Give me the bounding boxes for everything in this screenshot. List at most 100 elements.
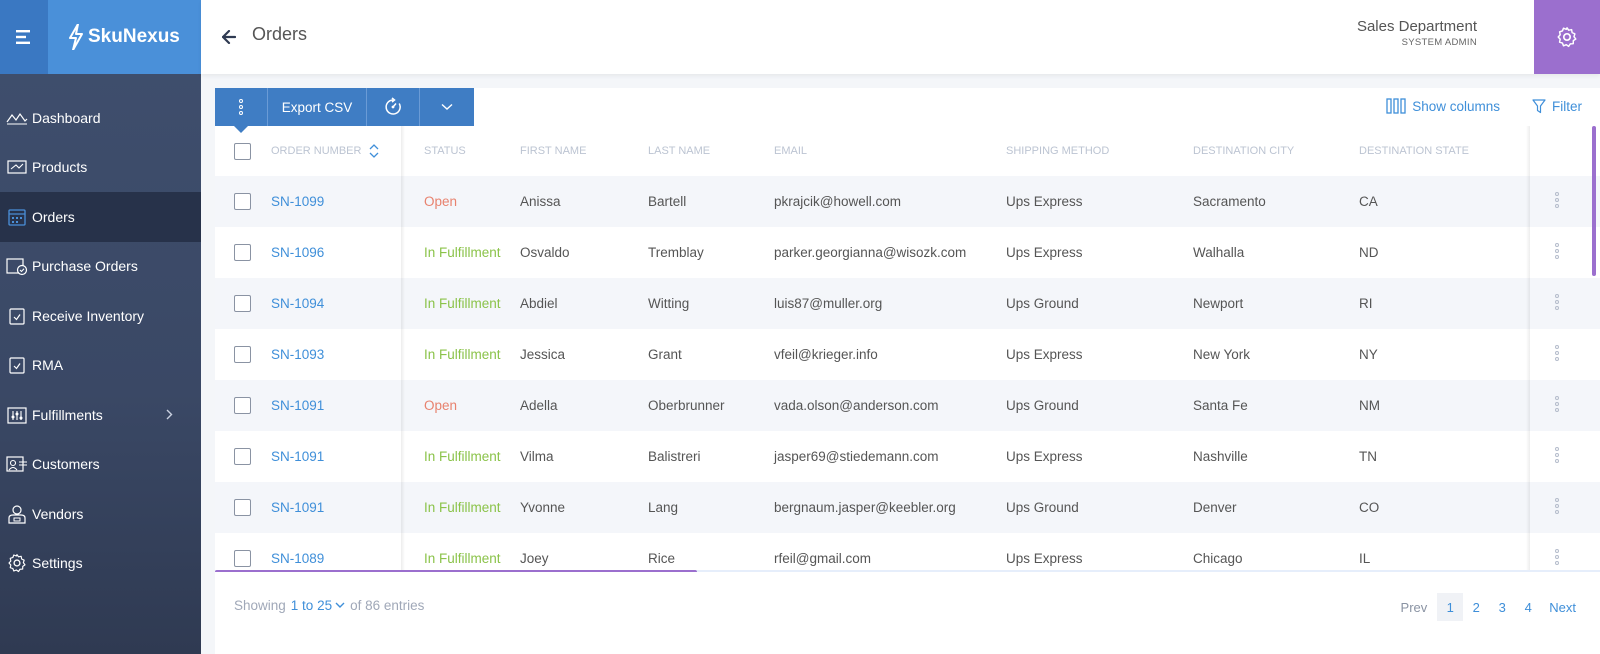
row-checkbox[interactable] <box>234 295 251 312</box>
last-name-header[interactable]: LAST NAME <box>648 126 710 176</box>
vertical-scrollbar[interactable] <box>1592 126 1596 276</box>
brand-logo[interactable]: SkuNexus <box>68 22 180 52</box>
prev-page-button[interactable]: Prev <box>1395 593 1434 621</box>
refresh-button[interactable] <box>367 88 420 126</box>
row-actions-button[interactable] <box>1549 227 1565 278</box>
order-number-link[interactable]: SN-1091 <box>271 482 324 533</box>
table-row[interactable]: SN-1093 In Fulfillment Jessica Grant vfeil@k… <box>215 329 1600 380</box>
page-4-button[interactable]: 4 <box>1515 593 1541 621</box>
destination-state: TN <box>1359 449 1377 464</box>
shipping-method: Ups Express <box>1006 449 1083 464</box>
sidebar-item-settings[interactable]: Settings <box>0 539 201 589</box>
row-checkbox[interactable] <box>234 499 251 516</box>
status-header[interactable]: STATUS <box>424 126 466 176</box>
row-actions-button[interactable] <box>1549 380 1565 431</box>
order-status: In Fulfillment <box>424 500 501 515</box>
order-number-link[interactable]: SN-1091 <box>271 380 324 431</box>
email-header[interactable]: EMAIL <box>774 126 807 176</box>
settings-button[interactable] <box>1534 0 1600 74</box>
bulk-actions-button[interactable] <box>215 88 268 133</box>
order-number-link[interactable]: SN-1094 <box>271 278 324 329</box>
row-actions-button[interactable] <box>1549 278 1565 329</box>
row-checkbox[interactable] <box>234 244 251 261</box>
table-row[interactable]: SN-1091 Open Adella Oberbrunner vada.olson@a… <box>215 380 1600 431</box>
more-options-dropdown[interactable] <box>420 88 474 126</box>
row-checkbox[interactable] <box>234 448 251 465</box>
order-number-link[interactable]: SN-1096 <box>271 227 324 278</box>
row-checkbox[interactable] <box>234 550 251 567</box>
order-number-link[interactable]: SN-1093 <box>271 329 324 380</box>
kebab-icon <box>1555 243 1559 262</box>
order-number-header[interactable]: ORDER NUMBER <box>271 126 379 176</box>
last-name: Witting <box>648 296 690 311</box>
page-size-dropdown[interactable]: 1 to 25 <box>291 598 345 613</box>
row-checkbox[interactable] <box>234 397 251 414</box>
row-actions-button[interactable] <box>1549 431 1565 482</box>
export-csv-button[interactable]: Export CSV <box>268 88 367 126</box>
sidebar-item-dashboard[interactable]: Dashboard <box>0 93 201 143</box>
show-columns-button[interactable]: Show columns <box>1386 98 1500 114</box>
destination-state: NM <box>1359 398 1380 413</box>
range-label: 1 to 25 <box>290 598 333 613</box>
table-row[interactable]: SN-1091 In Fulfillment Yvonne Lang bergnaum.… <box>215 482 1600 533</box>
order-number-link[interactable]: SN-1099 <box>271 176 324 227</box>
sidebar-item-label: Settings <box>32 555 83 572</box>
order-status: In Fulfillment <box>424 347 501 362</box>
sidebar-item-rma[interactable]: RMA <box>0 341 201 391</box>
page-3-button[interactable]: 3 <box>1489 593 1515 621</box>
table-row[interactable]: SN-1091 In Fulfillment Vilma Balistreri jasp… <box>215 431 1600 482</box>
last-name: Balistreri <box>648 449 701 464</box>
row-checkbox[interactable] <box>234 193 251 210</box>
order-number-link[interactable]: SN-1089 <box>271 533 324 572</box>
columns-icon <box>1386 98 1406 114</box>
horizontal-scrollbar[interactable] <box>215 570 697 572</box>
filter-button[interactable]: Filter <box>1532 99 1582 114</box>
sidebar: SkuNexus Dashboard Products Orders Purchase… <box>0 0 201 654</box>
row-actions-button[interactable] <box>1549 482 1565 533</box>
last-name: Oberbrunner <box>648 398 725 413</box>
pagination: Prev 1 2 3 4 Next <box>1395 593 1582 621</box>
page-1-button[interactable]: 1 <box>1437 593 1464 621</box>
row-actions-button[interactable] <box>1549 176 1565 227</box>
next-page-button[interactable]: Next <box>1543 593 1582 621</box>
table-row[interactable]: SN-1094 In Fulfillment Abdiel Witting luis87… <box>215 278 1600 329</box>
chevron-down-icon <box>335 602 345 608</box>
destination-state-header[interactable]: DESTINATION STATE <box>1359 126 1469 176</box>
sidebar-item-fulfillments[interactable]: Fulfillments <box>0 390 201 440</box>
sidebar-item-customers[interactable]: Customers <box>0 440 201 490</box>
back-button[interactable] <box>217 25 241 49</box>
sidebar-item-products[interactable]: Products <box>0 143 201 193</box>
menu-toggle-button[interactable] <box>0 0 48 74</box>
row-actions-button[interactable] <box>1549 533 1565 572</box>
destination-state: RI <box>1359 296 1373 311</box>
brand-bar: SkuNexus <box>0 0 201 74</box>
row-actions-button[interactable] <box>1549 329 1565 380</box>
order-status: Open <box>424 398 458 413</box>
destination-city-header[interactable]: DESTINATION CITY <box>1193 126 1294 176</box>
sidebar-item-vendors[interactable]: Vendors <box>0 489 201 539</box>
page-2-button[interactable]: 2 <box>1463 593 1489 621</box>
rma-icon <box>6 354 28 376</box>
department-info[interactable]: Sales Department SYSTEM ADMIN <box>1357 18 1477 48</box>
table-row[interactable]: SN-1099 Open Anissa Bartell pkrajcik@howell.… <box>215 176 1600 227</box>
top-header: Orders Sales Department SYSTEM ADMIN <box>201 0 1600 74</box>
row-checkbox[interactable] <box>234 346 251 363</box>
row-select-cell <box>234 278 251 329</box>
destination-state: CA <box>1359 194 1378 209</box>
sidebar-item-label: Vendors <box>32 505 84 522</box>
kebab-icon <box>1555 345 1559 364</box>
first-name: Jessica <box>520 347 566 362</box>
sidebar-item-orders[interactable]: Orders <box>0 192 201 242</box>
sidebar-item-purchase-orders[interactable]: Purchase Orders <box>0 242 201 292</box>
order-number-link[interactable]: SN-1091 <box>271 431 324 482</box>
table-row[interactable]: SN-1096 In Fulfillment Osvaldo Tremblay park… <box>215 227 1600 278</box>
email: bergnaum.jasper@keebler.org <box>774 500 956 515</box>
showing-label: Showing <box>234 598 286 613</box>
table-row[interactable]: SN-1089 In Fulfillment Joey Rice rfeil@gmail… <box>215 533 1600 572</box>
select-all-checkbox[interactable] <box>234 142 251 160</box>
shipping-method-header[interactable]: SHIPPING METHOD <box>1006 126 1109 176</box>
first-name: Osvaldo <box>520 245 570 260</box>
row-select-cell <box>234 482 251 533</box>
first-name-header[interactable]: FIRST NAME <box>520 126 586 176</box>
sidebar-item-receive-inventory[interactable]: Receive Inventory <box>0 291 201 341</box>
